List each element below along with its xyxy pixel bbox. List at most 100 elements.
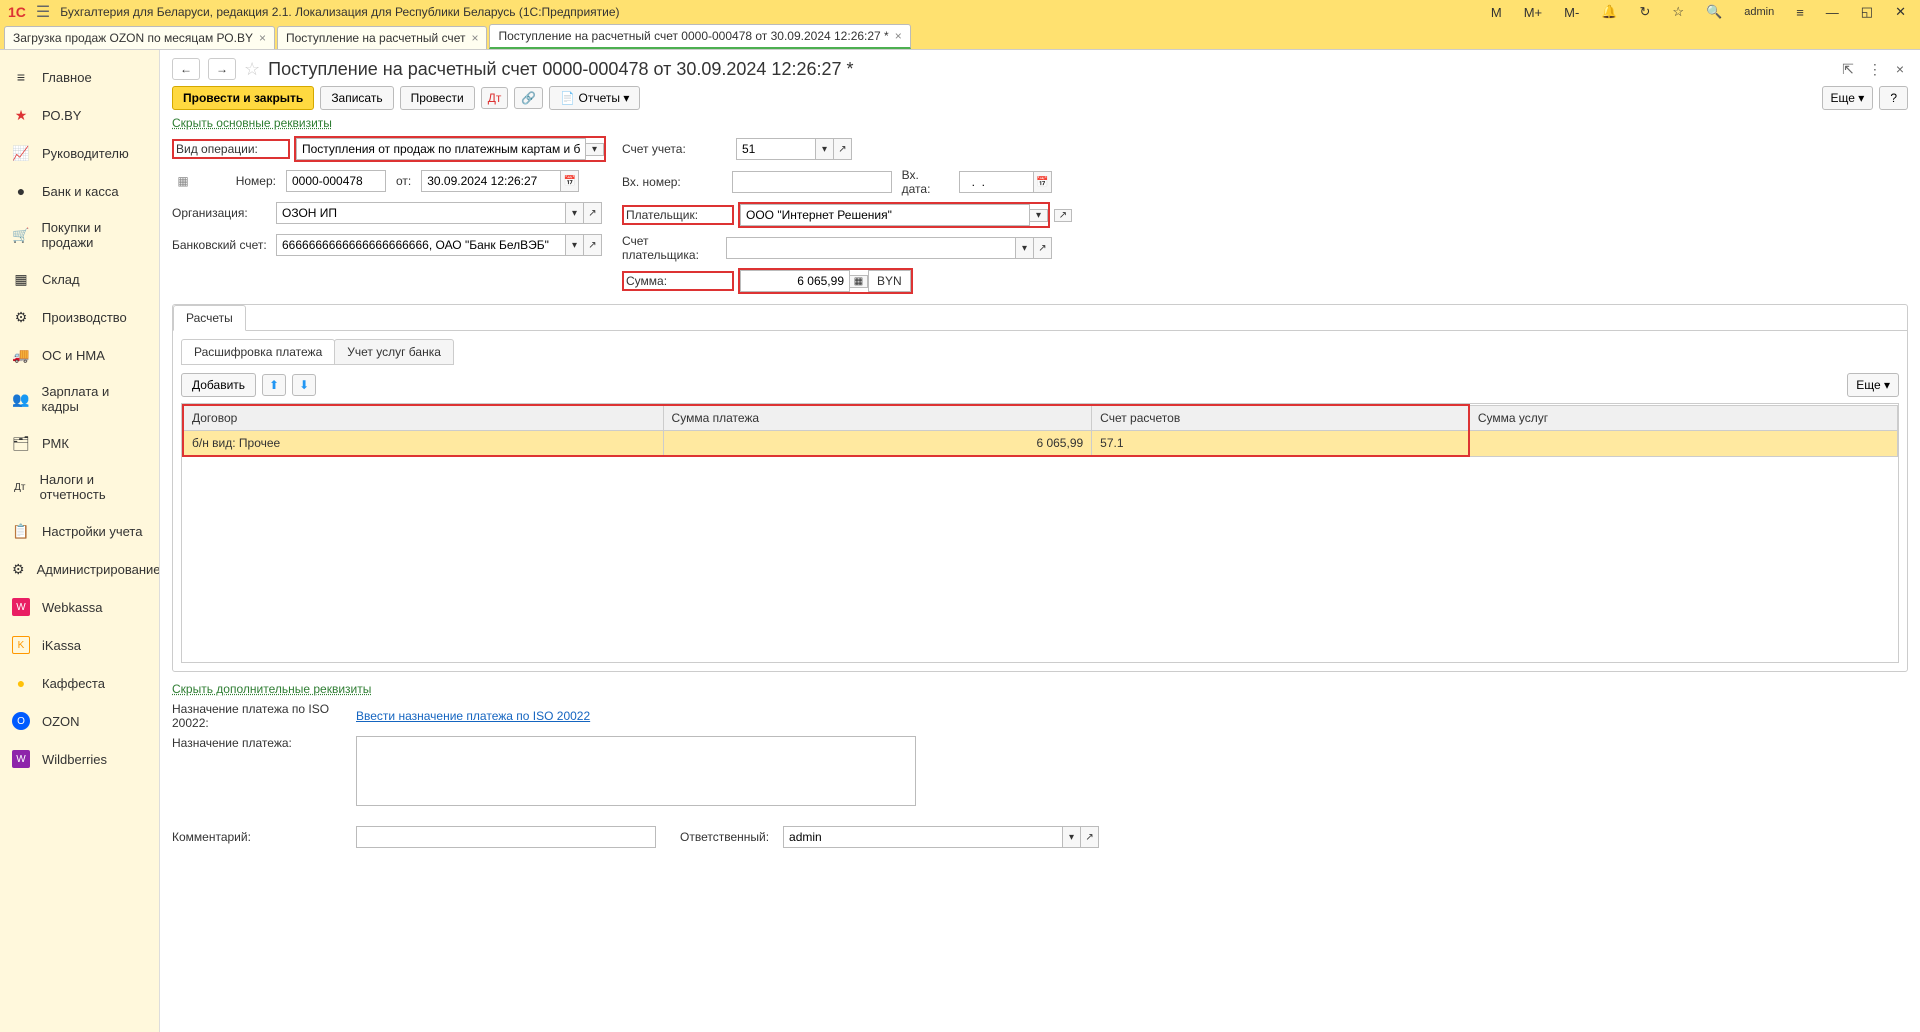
forward-button[interactable]: → (208, 58, 236, 80)
sidebar-item-assets[interactable]: 🚚ОС и НМА (0, 336, 159, 374)
responsible-input[interactable] (783, 826, 1063, 848)
dt-kt-button[interactable]: Дт (481, 87, 509, 109)
col-acc[interactable]: Счет расчетов (1092, 405, 1469, 431)
back-button[interactable]: ← (172, 58, 200, 80)
search-icon[interactable]: 🔍 (1700, 4, 1728, 20)
open-window-icon[interactable]: ⇱ (1838, 59, 1858, 80)
hide-main-link[interactable]: Скрыть основные реквизиты (172, 116, 332, 130)
sidebar-item-bank[interactable]: ●Банк и касса (0, 172, 159, 210)
bell-icon[interactable]: 🔔 (1595, 4, 1623, 20)
payer-dropdown-icon[interactable]: ▾ (1030, 209, 1048, 222)
payer-open-icon[interactable]: ↗ (1054, 209, 1072, 222)
sidebar-item-kaffesta[interactable]: ●Каффеста (0, 664, 159, 702)
acc-dropdown-icon[interactable]: ▾ (816, 138, 834, 160)
sidebar-item-wildberries[interactable]: WWildberries (0, 740, 159, 778)
comment-input[interactable] (356, 826, 656, 848)
sidebar-item-settings[interactable]: 📋Настройки учета (0, 512, 159, 550)
sum-input[interactable] (740, 270, 850, 292)
ext-date-picker-icon[interactable]: 📅 (1034, 171, 1052, 193)
move-up-button[interactable]: ⬆ (262, 374, 286, 396)
sidebar-item-roby[interactable]: ★РО.BY (0, 96, 159, 134)
sidebar-item-ozon[interactable]: OOZON (0, 702, 159, 740)
post-button[interactable]: Провести (400, 86, 475, 110)
doc-tab-1-close-icon[interactable]: × (259, 31, 266, 45)
doc-tab-3[interactable]: Поступление на расчетный счет 0000-00047… (489, 24, 910, 49)
ext-date-input[interactable] (959, 171, 1034, 193)
inner-tab-decode[interactable]: Расшифровка платежа (181, 339, 335, 365)
date-picker-icon[interactable]: 📅 (561, 170, 579, 192)
close-icon[interactable]: ✕ (1889, 4, 1912, 20)
payer-acc-dropdown-icon[interactable]: ▾ (1016, 237, 1034, 259)
op-type-dropdown-icon[interactable]: ▾ (586, 143, 604, 156)
payer-acc-open-icon[interactable]: ↗ (1034, 237, 1052, 259)
sidebar-item-warehouse[interactable]: ▦Склад (0, 260, 159, 298)
ext-number-input[interactable] (732, 171, 892, 193)
sidebar-item-salary[interactable]: 👥Зарплата и кадры (0, 374, 159, 424)
history-icon[interactable]: ↻ (1633, 4, 1656, 20)
minimize-icon[interactable]: — (1820, 5, 1845, 20)
table-row[interactable]: б/н вид: Прочее 6 065,99 57.1 (183, 431, 1898, 457)
purpose-textarea[interactable] (356, 736, 916, 806)
doc-tab-2-close-icon[interactable]: × (471, 31, 478, 45)
help-button[interactable]: ? (1879, 86, 1908, 110)
maximize-icon[interactable]: ◱ (1855, 4, 1879, 20)
kebab-icon[interactable]: ⋮ (1864, 59, 1886, 80)
add-button[interactable]: Добавить (181, 373, 256, 397)
more-button[interactable]: Еще ▾ (1822, 86, 1874, 110)
m-button[interactable]: M (1485, 5, 1508, 20)
sum-calc-icon[interactable]: ▦ (850, 275, 868, 288)
col-contract[interactable]: Договор (183, 405, 663, 431)
sidebar-item-ikassa[interactable]: KiKassa (0, 626, 159, 664)
close-doc-icon[interactable]: × (1892, 59, 1908, 80)
acc-open-icon[interactable]: ↗ (834, 138, 852, 160)
number-input[interactable] (286, 170, 386, 192)
op-type-input[interactable] (296, 138, 586, 160)
table-more-button[interactable]: Еще ▾ (1847, 373, 1899, 397)
acc-input[interactable] (736, 138, 816, 160)
sidebar-item-sales[interactable]: 🛒Покупки и продажи (0, 210, 159, 260)
responsible-open-icon[interactable]: ↗ (1081, 826, 1099, 848)
date-input[interactable] (421, 170, 561, 192)
move-down-button[interactable]: ⬇ (292, 374, 316, 396)
col-svc[interactable]: Сумма услуг (1469, 405, 1898, 431)
sidebar-item-admin[interactable]: ⚙Администрирование (0, 550, 159, 588)
settings-icon[interactable]: ≡ (1790, 5, 1810, 20)
sidebar-item-main[interactable]: ≡Главное (0, 58, 159, 96)
cell-svc[interactable] (1469, 431, 1898, 457)
post-close-button[interactable]: Провести и закрыть (172, 86, 314, 110)
sidebar-item-tax[interactable]: ДтНалоги и отчетность (0, 462, 159, 512)
doc-tab-3-close-icon[interactable]: × (895, 29, 902, 43)
link-button[interactable]: 🔗 (514, 87, 543, 109)
cell-contract[interactable]: б/н вид: Прочее (183, 431, 663, 457)
sidebar-item-manager[interactable]: 📈Руководителю (0, 134, 159, 172)
hide-extra-link[interactable]: Скрыть дополнительные реквизиты (172, 682, 371, 696)
reports-button[interactable]: 📄 Отчеты ▾ (549, 86, 640, 110)
bank-acc-dropdown-icon[interactable]: ▾ (566, 234, 584, 256)
favorite-star-icon[interactable]: ☆ (244, 59, 260, 80)
tab-calc[interactable]: Расчеты (173, 305, 246, 331)
sidebar-item-production[interactable]: ⚙Производство (0, 298, 159, 336)
star-icon[interactable]: ☆ (1666, 4, 1690, 20)
sidebar-item-webkassa[interactable]: WWebkassa (0, 588, 159, 626)
org-input[interactable] (276, 202, 566, 224)
responsible-dropdown-icon[interactable]: ▾ (1063, 826, 1081, 848)
sidebar-item-rmk[interactable]: 🗂РМК (0, 424, 159, 462)
m-plus-button[interactable]: M+ (1518, 5, 1548, 20)
col-sum[interactable]: Сумма платежа (663, 405, 1092, 431)
user-label[interactable]: admin (1738, 6, 1780, 18)
save-button[interactable]: Записать (320, 86, 393, 110)
org-dropdown-icon[interactable]: ▾ (566, 202, 584, 224)
bank-acc-open-icon[interactable]: ↗ (584, 234, 602, 256)
org-open-icon[interactable]: ↗ (584, 202, 602, 224)
main-menu-icon[interactable]: ☰ (36, 2, 50, 22)
payer-acc-input[interactable] (726, 237, 1016, 259)
doc-tab-2[interactable]: Поступление на расчетный счет × (277, 26, 488, 49)
m-minus-button[interactable]: M- (1558, 5, 1585, 20)
cell-acc[interactable]: 57.1 (1092, 431, 1469, 457)
cell-sum[interactable]: 6 065,99 (663, 431, 1092, 457)
doc-tab-1[interactable]: Загрузка продаж OZON по месяцам РО.BY × (4, 26, 275, 49)
bank-acc-input[interactable] (276, 234, 566, 256)
iso-link[interactable]: Ввести назначение платежа по ISO 20022 (356, 709, 590, 723)
inner-tab-bank-svc[interactable]: Учет услуг банка (334, 339, 454, 365)
payer-input[interactable] (740, 204, 1030, 226)
